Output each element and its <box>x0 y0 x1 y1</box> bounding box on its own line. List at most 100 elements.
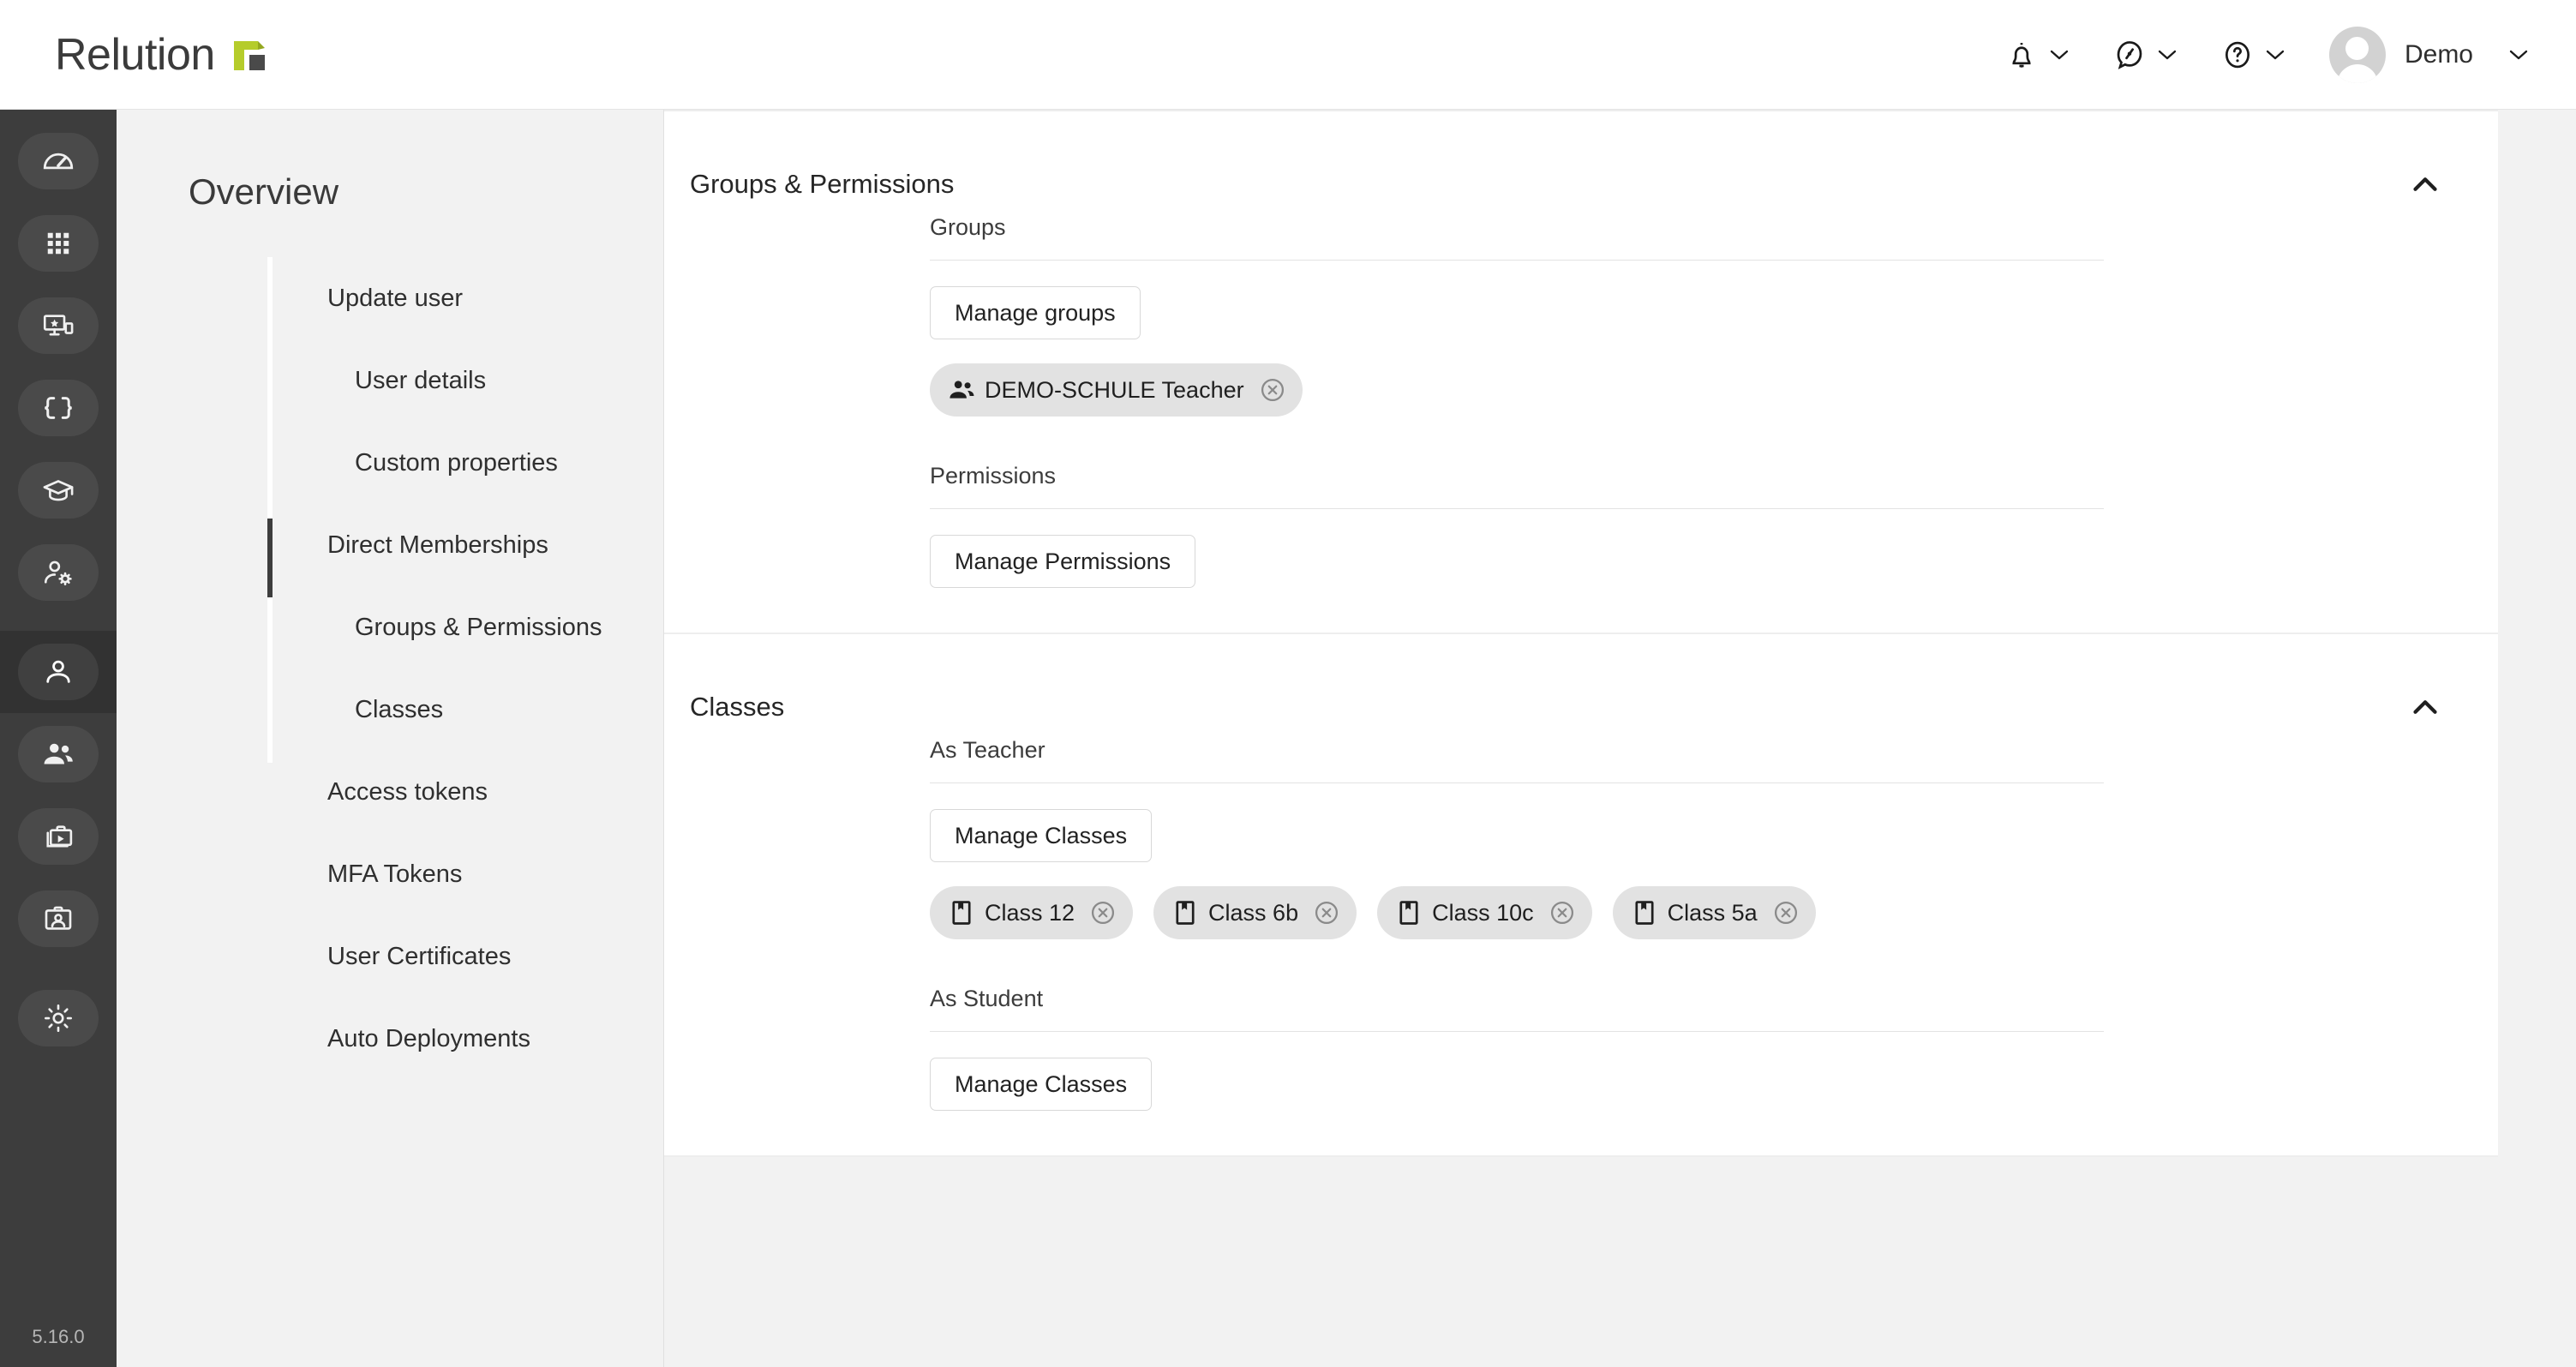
class-book-icon <box>947 898 976 927</box>
brand-logo[interactable]: Relution <box>55 29 268 81</box>
class-chip-label: Class 12 <box>985 899 1075 926</box>
close-circle-icon[interactable] <box>1088 898 1117 927</box>
divider <box>930 782 2104 783</box>
people-group-icon <box>40 736 76 772</box>
class-chip[interactable]: Class 12 <box>930 886 1134 939</box>
nav-item-auto-deployments[interactable]: Auto Deployments <box>117 998 663 1080</box>
nav-item-user-certificates[interactable]: User Certificates <box>117 915 663 998</box>
nav-list: Update user User details Custom properti… <box>117 257 663 1080</box>
rail-item-user-settings[interactable] <box>0 531 117 614</box>
section-classes: Classes As Teacher Manage Classes Class … <box>664 634 2498 1157</box>
header-actions: Demo <box>1983 18 2528 92</box>
close-circle-icon[interactable] <box>1548 898 1577 927</box>
graduation-cap-icon <box>40 472 76 508</box>
divider <box>930 260 2104 261</box>
rail-item-education[interactable] <box>0 449 117 531</box>
dashboard-speedometer-icon <box>40 143 76 179</box>
brand-name: Relution <box>55 29 215 80</box>
device-star-icon <box>40 308 76 344</box>
class-chip[interactable]: Class 5a <box>1612 886 1816 939</box>
rail-item-media[interactable] <box>0 795 117 878</box>
nav-item-access-tokens[interactable]: Access tokens <box>117 751 663 833</box>
nav-item-user-details[interactable]: User details <box>117 339 663 422</box>
nav-item-label: MFA Tokens <box>327 860 463 888</box>
teacher-class-chip-list: Class 12 Class 6b Class 10c Class 5a <box>930 886 2498 939</box>
rail-item-code[interactable] <box>0 367 117 449</box>
apps-grid-icon <box>40 225 76 261</box>
section-title: Groups & Permissions <box>690 169 955 199</box>
divider <box>930 508 2104 509</box>
class-chip[interactable]: Class 6b <box>1153 886 1357 939</box>
group-chip-label: DEMO-SCHULE Teacher <box>985 376 1244 403</box>
bell-icon <box>2005 39 2038 71</box>
groups-label: Groups <box>930 214 1006 240</box>
class-chip-label: Class 10c <box>1432 899 1534 926</box>
nav-item-label: Auto Deployments <box>327 1024 530 1052</box>
rail-item-dashboard[interactable] <box>0 120 117 202</box>
chevron-down-icon <box>2266 49 2285 60</box>
manage-classes-student-button[interactable]: Manage Classes <box>930 1058 1153 1111</box>
rail-item-devices[interactable] <box>0 285 117 367</box>
divider <box>930 1031 2104 1032</box>
notifications-menu[interactable] <box>1983 30 2091 80</box>
nav-item-direct-memberships[interactable]: Direct Memberships <box>117 504 663 586</box>
class-book-icon <box>1394 898 1423 927</box>
manage-classes-teacher-button[interactable]: Manage Classes <box>930 809 1153 862</box>
close-circle-icon[interactable] <box>1258 375 1287 405</box>
nav-rail-track <box>267 257 273 763</box>
gear-icon <box>40 1000 76 1036</box>
code-brackets-icon <box>40 390 76 426</box>
nav-item-update-user[interactable]: Update user <box>117 257 663 339</box>
person-icon <box>40 654 76 690</box>
class-chip-label: Class 6b <box>1208 899 1299 926</box>
feedback-menu[interactable] <box>2091 30 2199 80</box>
close-circle-icon[interactable] <box>1771 898 1800 927</box>
top-header: Relution Demo <box>0 0 2576 110</box>
user-settings-icon <box>40 555 76 591</box>
class-chip-label: Class 5a <box>1667 899 1758 926</box>
nav-item-label: User Certificates <box>327 942 512 970</box>
as-teacher-label: As Teacher <box>930 737 1045 763</box>
user-menu[interactable]: Demo <box>2307 18 2528 92</box>
permissions-label: Permissions <box>930 463 1057 489</box>
group-chip[interactable]: DEMO-SCHULE Teacher <box>930 363 1303 417</box>
rail-divider <box>0 614 117 631</box>
primary-icon-rail: 5.16.0 <box>0 110 117 1367</box>
chevron-up-icon[interactable] <box>2405 165 2445 204</box>
nav-item-custom-properties[interactable]: Custom properties <box>117 422 663 504</box>
section-header[interactable]: Groups & Permissions <box>664 111 2498 214</box>
class-book-icon <box>1630 898 1659 927</box>
nav-item-mfa-tokens[interactable]: MFA Tokens <box>117 833 663 915</box>
section-header[interactable]: Classes <box>664 634 2498 737</box>
rail-group-users <box>0 631 117 960</box>
relution-logo-mark <box>231 36 268 74</box>
class-chip[interactable]: Class 10c <box>1377 886 1592 939</box>
nav-item-label: User details <box>355 366 487 394</box>
nav-item-label: Update user <box>327 284 463 312</box>
manage-permissions-button[interactable]: Manage Permissions <box>930 535 1196 588</box>
help-menu[interactable] <box>2199 30 2307 80</box>
group-chip-list: DEMO-SCHULE Teacher <box>930 363 2498 417</box>
rail-item-apps[interactable] <box>0 202 117 285</box>
nav-item-classes[interactable]: Classes <box>117 669 663 751</box>
secondary-navigation: Overview Update user User details Custom… <box>117 110 664 1367</box>
rail-group-top <box>0 110 117 614</box>
main-content: Groups & Permissions Groups Manage group… <box>664 110 2576 1367</box>
section-body: Groups Manage groups DEMO-SCHULE Teacher <box>664 214 2498 633</box>
nav-item-label: Direct Memberships <box>327 531 548 559</box>
section-body: As Teacher Manage Classes Class 12 Class… <box>664 737 2498 1155</box>
nav-item-groups-permissions[interactable]: Groups & Permissions <box>117 586 663 669</box>
chevron-up-icon[interactable] <box>2405 687 2445 727</box>
people-group-icon <box>947 375 976 405</box>
user-name: Demo <box>2404 39 2473 69</box>
rail-item-id-badge[interactable] <box>0 878 117 960</box>
rail-item-settings[interactable] <box>0 977 117 1059</box>
close-circle-icon[interactable] <box>1312 898 1341 927</box>
manage-groups-button[interactable]: Manage groups <box>930 286 1141 339</box>
rail-item-users[interactable] <box>0 631 117 713</box>
rail-item-groups[interactable] <box>0 713 117 795</box>
nav-item-label: Groups & Permissions <box>355 613 602 641</box>
media-briefcase-icon <box>40 818 76 854</box>
page-title: Overview <box>189 171 339 212</box>
rail-group-settings <box>0 977 117 1059</box>
